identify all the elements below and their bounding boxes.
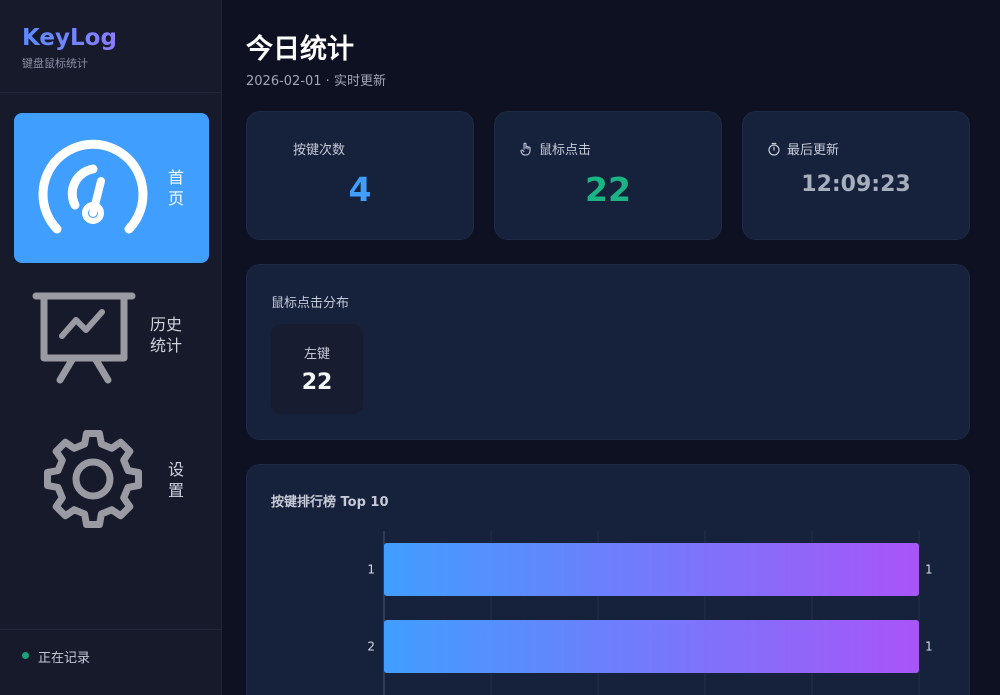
category-label: 1: [367, 563, 375, 577]
stat-value-keys: 4: [348, 170, 372, 209]
stat-value-updated: 12:09:23: [801, 172, 911, 197]
stat-value-clicks: 22: [585, 170, 631, 209]
stat-label-keys: 按键次数: [293, 143, 346, 158]
sidebar: KeyLog 键盘鼠标统计 首页 历史统计 设置 正在记录: [0, 0, 222, 695]
status-text: 正在记录: [38, 651, 91, 666]
nav-item-history[interactable]: 历史统计: [14, 274, 209, 424]
stat-label-updated: 最后更新: [787, 143, 840, 158]
left-click-label: 左键: [303, 347, 330, 362]
nav-label-history: 历史统计: [150, 315, 183, 355]
dashboard-gauge-icon: [38, 139, 148, 234]
left-click-card: 左键 22: [271, 324, 363, 414]
divider: [0, 92, 221, 93]
presentation-chart-icon: [32, 292, 136, 384]
nav-item-home[interactable]: 首页: [14, 113, 209, 263]
click-distribution-card: 鼠标点击分布 左键 22: [246, 264, 970, 440]
value-label: 1: [925, 640, 933, 654]
value-label: 1: [925, 563, 933, 577]
brand-subtitle: 键盘鼠标统计: [22, 57, 88, 70]
status-dot: [22, 652, 29, 659]
stat-card-updated: 最后更新 12:09:23: [742, 111, 970, 240]
key-ranking-card: 按键排行榜 Top 10 1121: [246, 464, 970, 695]
bar-1[interactable]: [384, 543, 919, 596]
page-subtitle: 2026-02-01 · 实时更新: [246, 74, 386, 89]
stat-label-clicks: 鼠标点击: [539, 143, 592, 158]
nav-item-settings[interactable]: 设置: [14, 417, 209, 567]
gear-icon: [44, 430, 142, 528]
nav-label-home: 首页: [168, 168, 185, 208]
stat-label-updated-wrap: 最后更新: [767, 139, 839, 158]
page-title: 今日统计: [246, 34, 354, 65]
click-distribution-title: 鼠标点击分布: [271, 296, 350, 311]
left-click-value: 22: [301, 370, 333, 395]
stat-label-clicks-wrap: 鼠标点击: [519, 139, 591, 158]
brand: KeyLog 键盘鼠标统计: [22, 24, 117, 71]
stopwatch-icon: [768, 142, 780, 156]
bar-2[interactable]: [384, 620, 919, 673]
nav-label-settings: 设置: [168, 460, 185, 500]
brand-title: KeyLog: [22, 25, 117, 51]
key-ranking-chart: 1 1 2 1: [367, 531, 933, 695]
recording-status: 正在记录: [0, 629, 221, 695]
pointer-hand-icon: [520, 142, 531, 156]
stat-card-keys: 按键次数 4: [246, 111, 474, 240]
category-label: 2: [367, 640, 375, 654]
stat-card-clicks: 鼠标点击 22: [494, 111, 722, 240]
